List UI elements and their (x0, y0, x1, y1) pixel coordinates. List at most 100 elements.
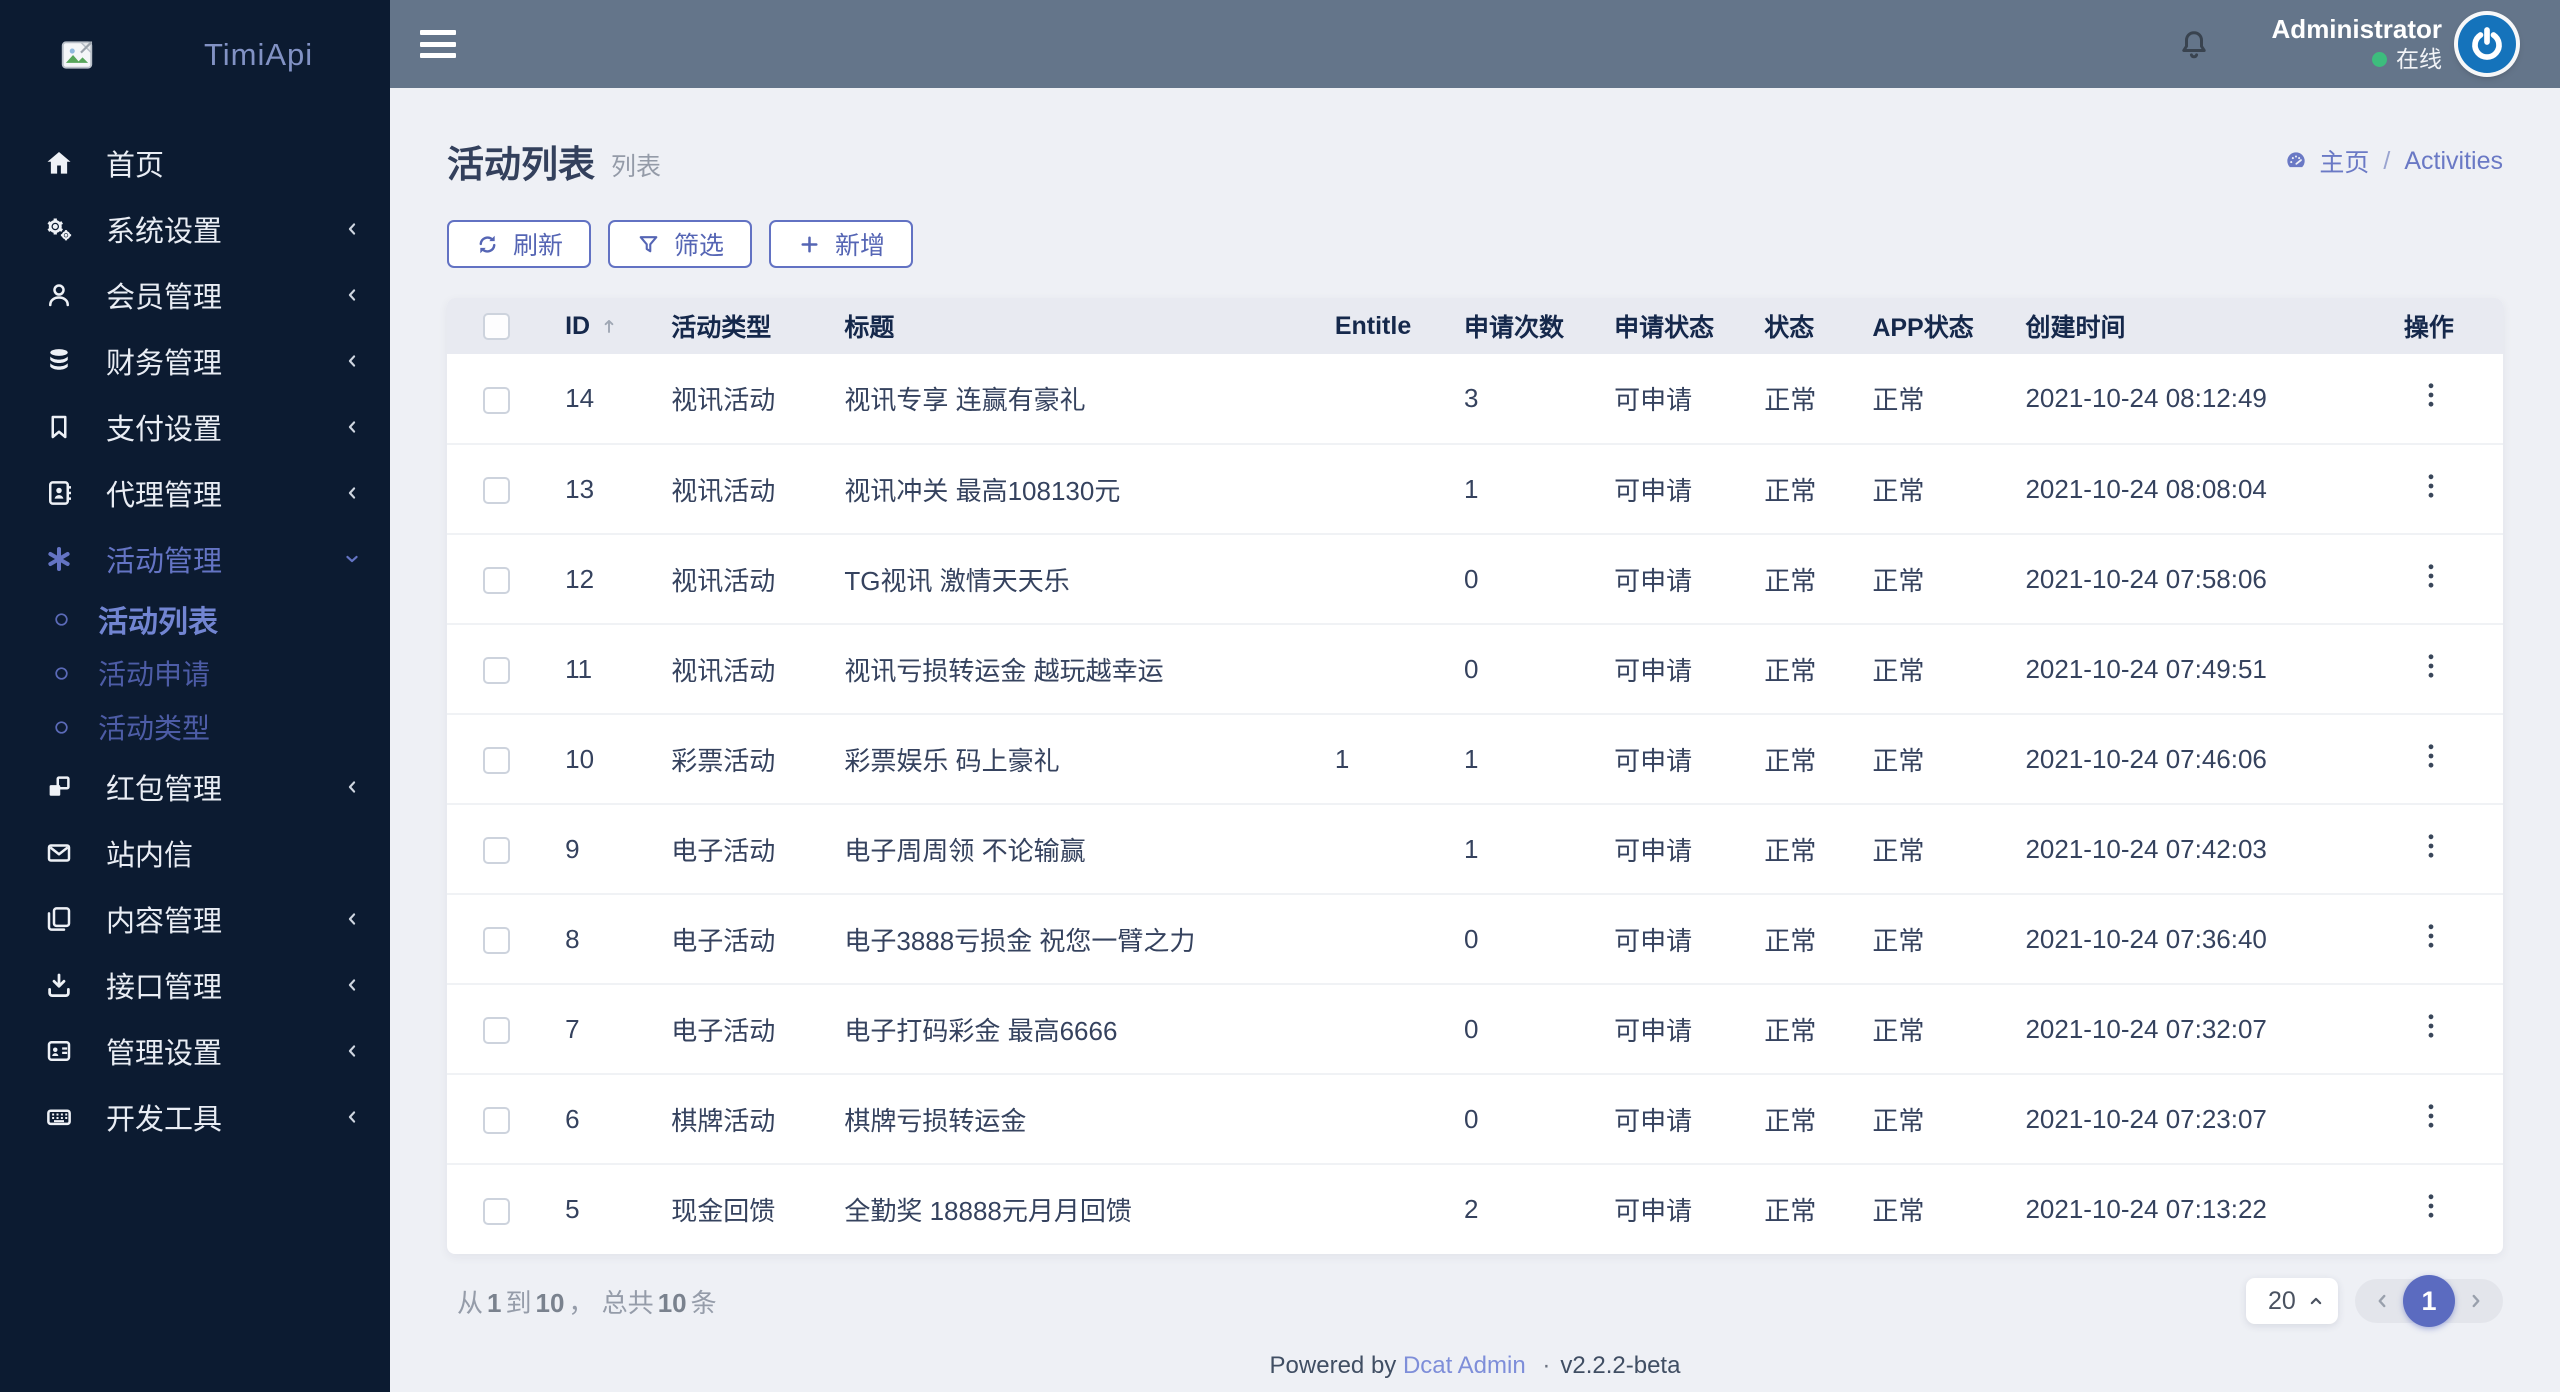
next-page-button[interactable] (2465, 1290, 2487, 1312)
cell-created-at: 2021-10-24 07:49:51 (2025, 624, 2400, 715)
dashboard-icon (2283, 148, 2309, 174)
cell-type: 电子活动 (671, 984, 845, 1075)
sidebar-item-0[interactable]: 首页 (0, 130, 390, 196)
row-actions-menu[interactable] (2414, 649, 2448, 683)
user-menu[interactable]: Administrator 在线 (2272, 14, 2442, 74)
table-header-row: ID 活动类型 标题 Entitle 申请次数 申请状态 状态 APP状态 创建… (447, 298, 2503, 354)
sidebar-item-5[interactable]: 代理管理 (0, 460, 390, 526)
cell-status: 正常 (1764, 714, 1873, 805)
row-actions-menu[interactable] (2414, 469, 2448, 503)
sidebar: TimiApi 首页 系统设置 会员管理 财务管理 支付设置 代理管理 活动管理… (0, 0, 390, 1392)
circle-icon (53, 611, 70, 628)
cell-type: 视讯活动 (671, 534, 845, 625)
sidebar-item-11[interactable]: 管理设置 (0, 1018, 390, 1084)
row-checkbox[interactable] (483, 927, 510, 955)
cell-app-status: 正常 (1872, 1074, 2026, 1165)
table-row: 13 视讯活动 视讯冲关 最高108130元 1 可申请 正常 正常 2021-… (447, 444, 2503, 535)
cell-created-at: 2021-10-24 08:12:49 (2025, 354, 2400, 445)
row-actions-menu[interactable] (2414, 378, 2448, 412)
row-actions-menu[interactable] (2414, 1189, 2448, 1223)
sidebar-item-8[interactable]: 站内信 (0, 820, 390, 886)
column-id[interactable]: ID (565, 298, 672, 354)
cell-apply-status: 可申请 (1614, 534, 1765, 625)
sidebar-item-12[interactable]: 开发工具 (0, 1084, 390, 1150)
asterisk-icon (44, 544, 74, 574)
row-checkbox[interactable] (483, 386, 510, 414)
sidebar-subitem-6-0[interactable]: 活动列表 (0, 592, 390, 646)
cell-type: 彩票活动 (671, 714, 845, 805)
sidebar-subitem-6-2[interactable]: 活动类型 (0, 700, 390, 754)
activities-table: ID 活动类型 标题 Entitle 申请次数 申请状态 状态 APP状态 创建… (447, 298, 2503, 1254)
cell-apply-status: 可申请 (1614, 444, 1765, 535)
column-entitle: Entitle (1334, 298, 1464, 354)
sidebar-item-3[interactable]: 财务管理 (0, 328, 390, 394)
cell-apply-count: 2 (1463, 1194, 1479, 1224)
chevron-left-icon (342, 351, 362, 371)
sidebar-item-4[interactable]: 支付设置 (0, 394, 390, 460)
chevron-left-icon (342, 1107, 362, 1127)
row-actions-menu[interactable] (2414, 919, 2448, 953)
sort-up-icon[interactable] (598, 315, 620, 337)
sidebar-item-9[interactable]: 内容管理 (0, 886, 390, 952)
row-checkbox[interactable] (483, 747, 510, 775)
cell-apply-status: 可申请 (1614, 1196, 1693, 1226)
cell-entitle (1334, 1074, 1464, 1165)
cell-app-status: 正常 (1872, 444, 2026, 535)
cell-id: 10 (565, 714, 672, 805)
database-icon (44, 346, 74, 376)
sidebar-subitem-6-1[interactable]: 活动申请 (0, 646, 390, 700)
table-row: 6 棋牌活动 棋牌亏损转运金 0 可申请 正常 正常 2021-10-24 07… (447, 1074, 2503, 1165)
row-checkbox[interactable] (483, 477, 510, 505)
cell-entitle (1334, 624, 1464, 715)
previous-page-button[interactable] (2371, 1290, 2393, 1312)
sidebar-item-1[interactable]: 系统设置 (0, 196, 390, 262)
refresh-button[interactable]: 刷新 (447, 220, 592, 268)
column-apply-status: 申请状态 (1614, 298, 1765, 354)
table-row: 14 视讯活动 视讯专享 连赢有豪礼 3 可申请 正常 正常 2021-10-2… (447, 354, 2503, 445)
row-actions-menu[interactable] (2414, 829, 2448, 863)
cell-entitle (1334, 894, 1464, 985)
row-checkbox[interactable] (483, 1107, 510, 1135)
chevron-left-icon (342, 417, 362, 437)
sidebar-item-2[interactable]: 会员管理 (0, 262, 390, 328)
add-new-button[interactable]: 新增 (769, 220, 914, 268)
cell-app-status: 正常 (1872, 354, 2026, 445)
row-actions-menu[interactable] (2414, 1099, 2448, 1133)
row-checkbox[interactable] (483, 657, 510, 685)
cell-app-status: 正常 (1872, 624, 2026, 715)
table-row: 8 电子活动 电子3888亏损金 祝您一臂之力 0 可申请 正常 正常 2021… (447, 894, 2503, 985)
cell-created-at: 2021-10-24 07:46:06 (2025, 714, 2400, 805)
sidebar-item-10[interactable]: 接口管理 (0, 952, 390, 1018)
cell-apply-count: 0 (1463, 624, 1615, 715)
select-all-checkbox[interactable] (483, 313, 510, 341)
filter-button[interactable]: 筛选 (608, 220, 753, 268)
dcat-admin-link[interactable]: Dcat Admin (1403, 1352, 1526, 1379)
per-page-select[interactable]: 20 (2246, 1278, 2338, 1324)
current-page-button[interactable]: 1 (2403, 1275, 2455, 1327)
address-book-icon (44, 478, 74, 508)
row-checkbox[interactable] (483, 837, 510, 865)
cell-id: 8 (565, 894, 672, 985)
notifications-bell-icon[interactable] (2176, 26, 2212, 62)
column-apply-count: 申请次数 (1463, 298, 1615, 354)
row-actions-menu[interactable] (2414, 739, 2448, 773)
cell-id: 11 (565, 624, 672, 715)
breadcrumb-home[interactable]: 主页 (2319, 143, 2369, 179)
row-checkbox[interactable] (483, 1197, 510, 1225)
column-actions: 操作 (2399, 298, 2503, 354)
table-row: 7 电子活动 电子打码彩金 最高6666 0 可申请 正常 正常 2021-10… (447, 984, 2503, 1075)
sidebar-item-6[interactable]: 活动管理 (0, 526, 390, 592)
cell-type: 视讯活动 (671, 444, 845, 535)
sidebar-item-7[interactable]: 红包管理 (0, 754, 390, 820)
row-actions-menu[interactable] (2414, 559, 2448, 593)
row-checkbox[interactable] (483, 1017, 510, 1045)
brand-logo[interactable]: TimiApi (0, 0, 390, 110)
cell-created-at: 2021-10-24 07:36:40 (2025, 894, 2400, 985)
sidebar-toggle-button[interactable] (420, 30, 456, 58)
avatar[interactable] (2458, 15, 2516, 73)
row-actions-menu[interactable] (2414, 1009, 2448, 1043)
row-checkbox[interactable] (483, 567, 510, 595)
footer: Powered by Dcat Admin · v2.2.2-beta (1269, 1352, 1681, 1379)
table-card: ID 活动类型 标题 Entitle 申请次数 申请状态 状态 APP状态 创建… (447, 298, 2503, 1254)
table-row: 10 彩票活动 彩票娱乐 码上豪礼 1 1 可申请 正常 正常 2021-10-… (447, 714, 2503, 805)
